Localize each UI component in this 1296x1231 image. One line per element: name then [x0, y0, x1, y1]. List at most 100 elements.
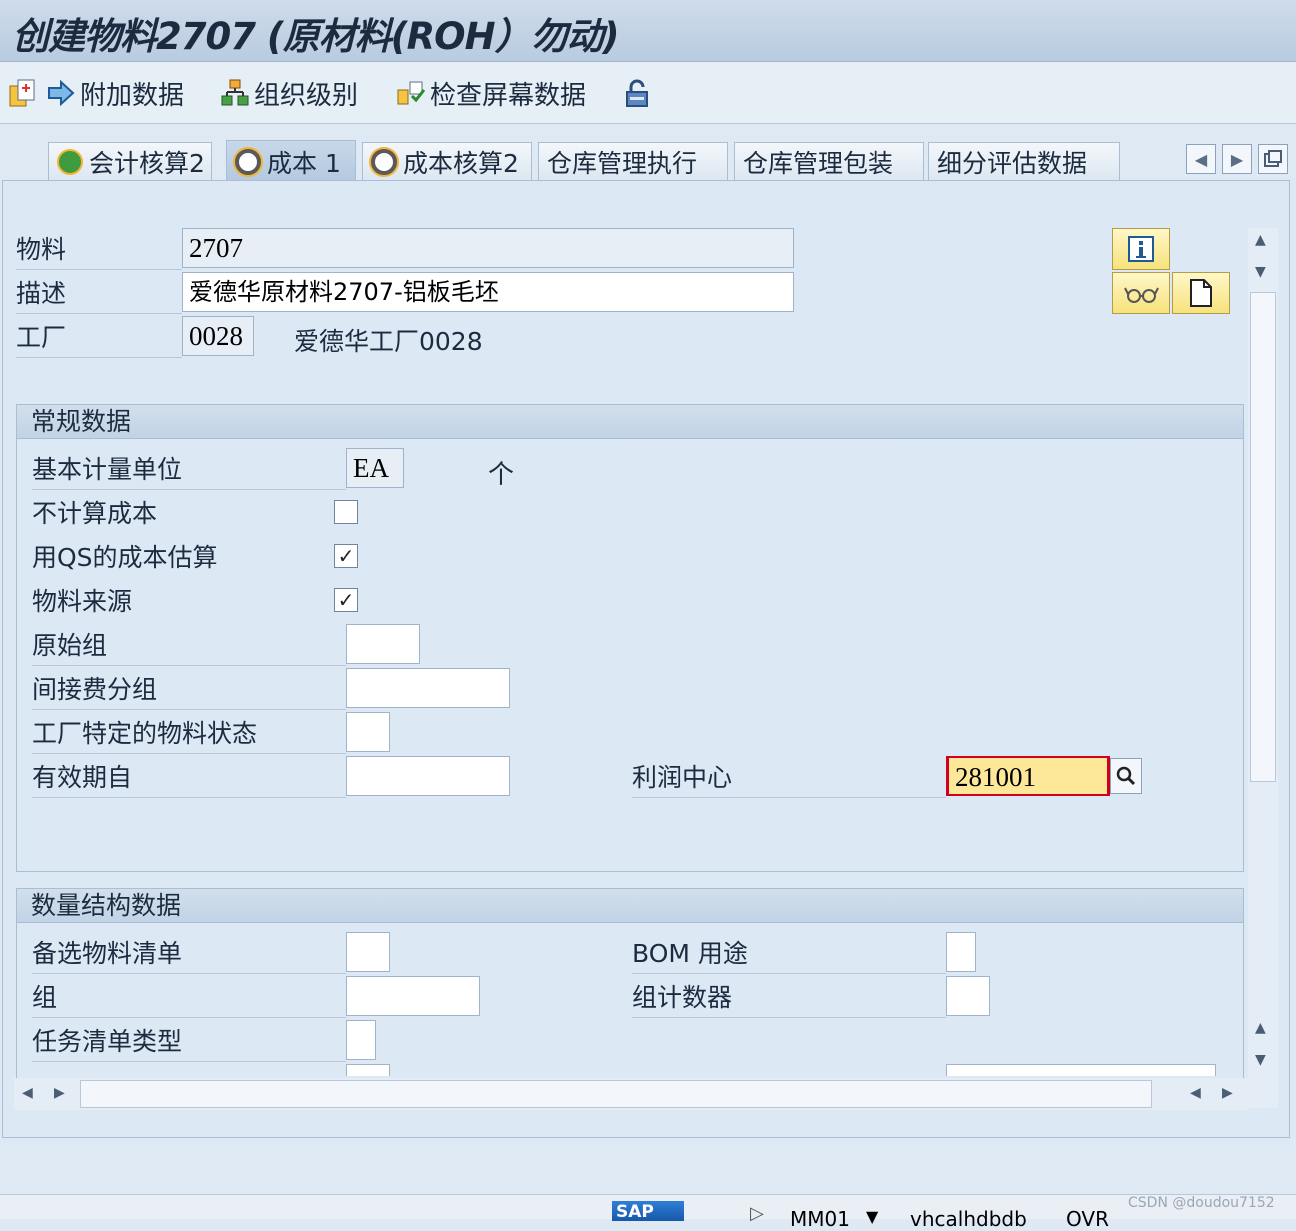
plant-description: 爱德华工厂0028 [294, 327, 483, 356]
tab-warehouse-packaging[interactable]: 仓库管理包装 [734, 142, 924, 180]
document-button[interactable] [1172, 272, 1230, 314]
origin-group-label: 原始组 [32, 626, 346, 666]
overhead-group-field[interactable] [346, 668, 510, 708]
display-button[interactable] [1112, 272, 1170, 314]
tab-costing-2[interactable]: 成本核算2 [362, 142, 532, 180]
plant-field[interactable]: 0028 [182, 316, 254, 356]
tab-costing-1[interactable]: 成本 1 [226, 140, 356, 182]
dropdown-icon[interactable]: ▼ [866, 1207, 878, 1226]
base-uom-text: 个 [488, 460, 515, 490]
origin-group-field[interactable] [346, 624, 420, 664]
general-data-title: 常规数据 [17, 405, 1243, 439]
status-bar: SAP ▷ MM01 ▼ vhcalhdbdb OVR CSDN @doudou… [0, 1194, 1296, 1231]
info-button[interactable] [1112, 228, 1170, 270]
description-label: 描述 [16, 274, 182, 314]
tab-strip: 会计核算2 成本 1 成本核算2 仓库管理执行 仓库管理包装 细分评估数据 ◀ … [0, 124, 1296, 182]
org-levels-button[interactable]: 组织级别 [220, 76, 359, 111]
arrow-right-icon [46, 78, 76, 108]
gear-icon [371, 148, 397, 175]
profit-center-label: 利润中心 [632, 758, 946, 798]
tab-accounting-2-label: 会计核算2 [89, 148, 205, 178]
plant-status-field[interactable] [346, 712, 390, 752]
vertical-scroll-thumb[interactable] [1250, 292, 1276, 782]
material-field[interactable]: 2707 [182, 228, 794, 268]
group-counter-field[interactable] [946, 976, 990, 1016]
plant-status-label: 工厂特定的物料状态 [32, 714, 346, 754]
material-origin-label: 物料来源 [32, 587, 133, 616]
no-costing-checkbox[interactable] [334, 500, 358, 524]
bom-usage-field[interactable] [946, 932, 976, 972]
no-costing-label: 不计算成本 [32, 499, 158, 528]
transaction-code: MM01 [790, 1207, 850, 1231]
scroll-right-icon[interactable]: ▶ [1222, 1085, 1233, 1101]
new-screen-button[interactable] [8, 76, 42, 110]
additional-data-button[interactable]: 附加数据 [46, 76, 184, 111]
cut-off-field[interactable] [346, 1064, 390, 1076]
base-uom-field[interactable]: EA [346, 448, 404, 488]
tab-warehouse-packaging-label: 仓库管理包装 [743, 148, 894, 178]
tab-costing-1-label: 成本 1 [267, 148, 341, 178]
scroll-down-icon[interactable]: ▼ [1255, 1052, 1266, 1068]
scroll-up-icon[interactable]: ▲ [1255, 1020, 1266, 1036]
valid-from-field[interactable] [346, 756, 510, 796]
tab-accounting-2[interactable]: 会计核算2 [48, 142, 212, 180]
task-list-type-label: 任务清单类型 [32, 1022, 346, 1062]
scroll-up-icon[interactable]: ▲ [1255, 232, 1266, 248]
group-counter-label: 组计数器 [632, 978, 946, 1018]
horizontal-scroll-thumb[interactable] [80, 1080, 1152, 1108]
task-list-type-field[interactable] [346, 1020, 376, 1060]
application-toolbar: 附加数据 组织级别 检查屏幕数据 [0, 62, 1296, 124]
tab-warehouse-execution[interactable]: 仓库管理执行 [538, 142, 728, 180]
bom-usage-label: BOM 用途 [632, 934, 946, 974]
vertical-scrollbar[interactable]: ▲ ▼ ▲ ▼ [1248, 228, 1278, 1108]
search-icon [1116, 766, 1136, 786]
server-name: vhcalhdbdb [910, 1207, 1027, 1231]
glasses-icon [1124, 287, 1159, 303]
tab-split-valuation-label: 细分评估数据 [937, 148, 1088, 178]
plant-label: 工厂 [16, 318, 182, 358]
tab-split-valuation[interactable]: 细分评估数据 [928, 142, 1120, 180]
tab-list-button[interactable] [1258, 144, 1288, 174]
material-label: 物料 [16, 230, 182, 270]
sap-logo: SAP [612, 1201, 684, 1222]
profit-center-search-button[interactable] [1110, 758, 1142, 794]
scroll-down-icon[interactable]: ▼ [1255, 264, 1266, 280]
cut-off-field[interactable] [946, 1064, 1216, 1076]
window-title: 创建物料2707 (原材料(ROH）勿动) [12, 15, 619, 58]
lock-button[interactable] [622, 76, 656, 110]
tab-scroll-right-button[interactable]: ▶ [1222, 144, 1252, 174]
status-arrow-icon: ▷ [750, 1203, 764, 1224]
horizontal-scrollbar[interactable]: ◀ ▶ ◀ ▶ [14, 1078, 1248, 1110]
base-uom-label: 基本计量单位 [32, 450, 346, 490]
title-bar: 创建物料2707 (原材料(ROH）勿动) [0, 0, 1296, 62]
input-mode: OVR [1066, 1207, 1109, 1231]
material-origin-checkbox[interactable]: ✓ [334, 588, 358, 612]
tab-scroll-left-button[interactable]: ◀ [1186, 144, 1216, 174]
check-circle-icon [57, 148, 83, 175]
alt-bom-field[interactable] [346, 932, 390, 972]
valid-from-label: 有效期自 [32, 758, 346, 798]
scroll-right-icon[interactable]: ▶ [54, 1085, 65, 1101]
org-levels-label: 组织级别 [254, 80, 359, 111]
overhead-group-label: 间接费分组 [32, 670, 346, 710]
quantity-structure-title: 数量结构数据 [17, 889, 1243, 923]
qs-costing-checkbox[interactable]: ✓ [334, 544, 358, 568]
watermark: CSDN @doudou7152 [1128, 1195, 1275, 1211]
qs-costing-label: 用QS的成本估算 [32, 543, 218, 572]
group-field[interactable] [346, 976, 480, 1016]
profit-center-field[interactable]: 281001 [946, 756, 1110, 796]
scroll-left-icon[interactable]: ◀ [1190, 1085, 1201, 1101]
check-screen-data-label: 检查屏幕数据 [430, 80, 587, 111]
lock-icon [622, 78, 652, 108]
alt-bom-label: 备选物料清单 [32, 934, 346, 974]
scroll-left-icon[interactable]: ◀ [22, 1085, 33, 1101]
tab-warehouse-execution-label: 仓库管理执行 [547, 148, 698, 178]
check-screen-icon [396, 78, 426, 108]
gear-icon [235, 148, 261, 175]
description-field[interactable]: 爱德华原材料2707-铝板毛坯 [182, 272, 794, 312]
check-screen-data-button[interactable]: 检查屏幕数据 [396, 76, 587, 111]
new-screen-icon [8, 78, 38, 108]
tab-costing-2-label: 成本核算2 [403, 148, 519, 178]
org-levels-icon [220, 78, 250, 108]
info-icon [1128, 236, 1154, 262]
